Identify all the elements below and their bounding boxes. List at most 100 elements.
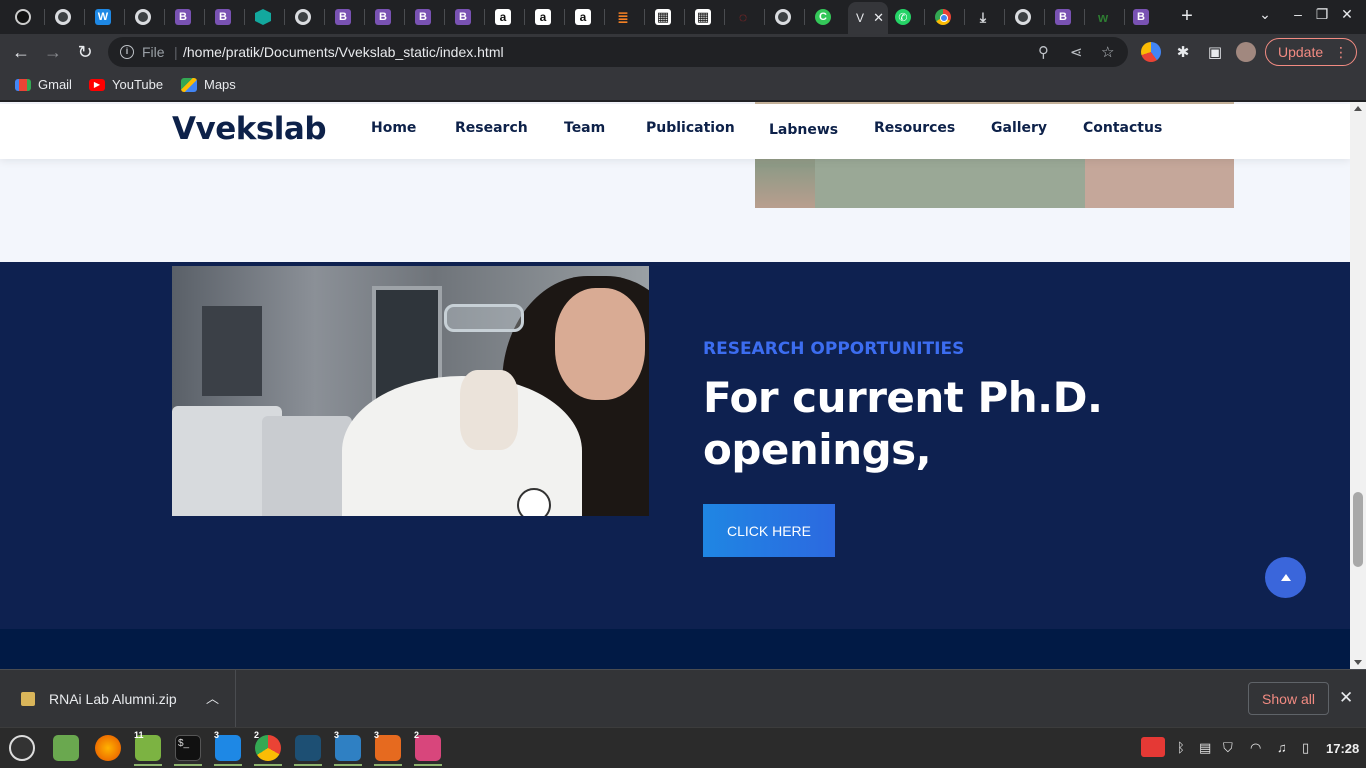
nav-contactus[interactable]: Contactus bbox=[1083, 120, 1162, 136]
scroll-up-icon[interactable] bbox=[1354, 106, 1362, 111]
scrollbar-thumb[interactable] bbox=[1353, 492, 1363, 567]
nav-gallery[interactable]: Gallery bbox=[991, 120, 1047, 136]
extensions-puzzle-icon[interactable]: ✱ bbox=[1173, 42, 1193, 62]
close-download-bar-icon[interactable]: ✕ bbox=[1339, 688, 1353, 708]
page-scrollbar[interactable] bbox=[1350, 102, 1366, 669]
side-panel-icon[interactable]: ▣ bbox=[1205, 42, 1225, 62]
start-menu-button[interactable] bbox=[6, 732, 38, 764]
maximize-icon[interactable]: ❐ bbox=[1311, 6, 1333, 23]
tab[interactable]: B bbox=[164, 4, 202, 30]
tab[interactable]: ≣ bbox=[604, 4, 642, 30]
taskbar-mysql-workbench[interactable] bbox=[292, 732, 324, 766]
globe-icon bbox=[135, 9, 151, 25]
tab-search-icon[interactable]: ⌄ bbox=[1254, 6, 1276, 23]
tab[interactable]: ◌ bbox=[724, 4, 762, 30]
tab[interactable]: B bbox=[324, 4, 362, 30]
new-tab-button[interactable]: + bbox=[1176, 5, 1198, 27]
bookmark-youtube[interactable]: ▶ YouTube bbox=[89, 77, 163, 92]
nav-home[interactable]: Home bbox=[371, 120, 416, 136]
chevron-up-icon[interactable]: ︿ bbox=[206, 688, 219, 707]
taskbar-chrome[interactable]: 2 bbox=[252, 730, 284, 766]
tab[interactable]: w bbox=[1084, 4, 1122, 30]
tab[interactable]: ⤓ bbox=[964, 4, 1002, 30]
zoom-icon[interactable]: ⚲ bbox=[1038, 43, 1049, 61]
c-icon: C bbox=[815, 9, 831, 25]
nav-resources[interactable]: Resources bbox=[874, 120, 955, 136]
red-logo-icon: ◌ bbox=[738, 9, 748, 25]
tab[interactable]: a bbox=[484, 4, 522, 30]
shield-icon[interactable]: ⛉ bbox=[1223, 740, 1233, 756]
tab[interactable]: a bbox=[564, 4, 602, 30]
download-file-name: RNAi Lab Alumni.zip bbox=[49, 691, 177, 707]
research-opportunities-section: RESEARCH OPPORTUNITIES For current Ph.D.… bbox=[0, 262, 1350, 629]
battery-icon[interactable]: ▯ bbox=[1302, 740, 1309, 756]
minimize-icon[interactable]: – bbox=[1287, 6, 1309, 22]
mint-logo-icon bbox=[9, 735, 35, 761]
tab[interactable]: B bbox=[204, 4, 242, 30]
taskbar-firefox[interactable] bbox=[92, 732, 124, 764]
bluetooth-icon[interactable]: ᛒ bbox=[1177, 740, 1185, 755]
scroll-down-icon[interactable] bbox=[1354, 660, 1362, 665]
tab[interactable]: a bbox=[524, 4, 562, 30]
taskbar-text-editor[interactable]: 3 bbox=[332, 730, 364, 766]
tab[interactable]: ▦ bbox=[644, 4, 682, 30]
tab[interactable]: ✆ bbox=[884, 4, 922, 30]
nav-labnews[interactable]: Labnews bbox=[769, 122, 838, 138]
bookmark-star-icon[interactable]: ☆ bbox=[1101, 43, 1114, 61]
download-item[interactable]: RNAi Lab Alumni.zip ︿ bbox=[0, 670, 236, 728]
taskbar-image-viewer[interactable]: 2 bbox=[412, 730, 444, 766]
reload-button[interactable]: ↻ bbox=[73, 40, 97, 64]
taskbar-files[interactable]: 11 bbox=[132, 730, 164, 766]
update-button[interactable]: Update ⋮ bbox=[1265, 38, 1357, 66]
back-button[interactable]: ← bbox=[9, 40, 33, 64]
tab[interactable]: B bbox=[1044, 4, 1082, 30]
anydesk-icon[interactable] bbox=[1141, 737, 1165, 757]
clipboard-icon[interactable]: ▤ bbox=[1199, 740, 1211, 756]
tab[interactable] bbox=[244, 4, 282, 30]
tab[interactable]: W bbox=[84, 4, 122, 30]
extension-icon[interactable] bbox=[1141, 42, 1161, 62]
wifi-icon[interactable]: ◠ bbox=[1250, 740, 1261, 756]
taskbar-show-desktop[interactable] bbox=[50, 732, 82, 764]
audio-icon[interactable]: ♫ bbox=[1277, 740, 1287, 755]
site-logo[interactable]: Vvekslab bbox=[172, 111, 327, 147]
tab[interactable] bbox=[1004, 4, 1042, 30]
window-count-badge: 2 bbox=[254, 730, 260, 740]
nav-publication[interactable]: Publication bbox=[646, 120, 735, 136]
window-close-icon[interactable]: ✕ bbox=[1336, 6, 1358, 23]
tab[interactable]: C bbox=[804, 4, 842, 30]
close-tab-icon[interactable]: ✕ bbox=[873, 10, 884, 26]
folder-icon bbox=[53, 735, 79, 761]
tab[interactable] bbox=[764, 4, 802, 30]
tab[interactable] bbox=[4, 4, 42, 30]
tab[interactable]: B bbox=[404, 4, 442, 30]
site-info-icon[interactable]: i bbox=[120, 45, 134, 59]
nav-team[interactable]: Team bbox=[564, 120, 605, 136]
active-tab[interactable]: V ✕ bbox=[848, 2, 888, 34]
tab[interactable]: ▦ bbox=[684, 4, 722, 30]
tab[interactable] bbox=[284, 4, 322, 30]
clock[interactable]: 17:28 bbox=[1326, 741, 1359, 756]
share-icon[interactable]: ⋖ bbox=[1070, 43, 1083, 61]
nav-research[interactable]: Research bbox=[455, 120, 528, 136]
url-text[interactable]: /home/pratik/Documents/Vvekslab_static/i… bbox=[183, 44, 504, 60]
scroll-to-top-button[interactable] bbox=[1265, 557, 1306, 598]
address-bar[interactable]: i File | /home/pratik/Documents/Vvekslab… bbox=[108, 37, 1128, 67]
tab[interactable]: B bbox=[444, 4, 482, 30]
tab[interactable] bbox=[924, 4, 962, 30]
taskbar-virtualbox[interactable]: 3 bbox=[372, 730, 404, 766]
tab[interactable] bbox=[44, 4, 82, 30]
tab[interactable] bbox=[124, 4, 162, 30]
menu-icon[interactable]: ⋮ bbox=[1334, 44, 1348, 61]
bookmark-maps[interactable]: Maps bbox=[181, 77, 236, 92]
click-here-button[interactable]: CLICK HERE bbox=[703, 504, 835, 557]
show-all-button[interactable]: Show all bbox=[1248, 682, 1329, 715]
taskbar-vscode[interactable]: 3 bbox=[212, 730, 244, 766]
bookmark-label: Gmail bbox=[38, 77, 72, 92]
tab[interactable]: B bbox=[364, 4, 402, 30]
forward-button[interactable]: → bbox=[41, 40, 65, 64]
taskbar-terminal[interactable]: $_ bbox=[172, 732, 204, 766]
profile-avatar[interactable] bbox=[1236, 42, 1256, 62]
tab[interactable]: B bbox=[1122, 4, 1160, 30]
bookmark-gmail[interactable]: Gmail bbox=[15, 77, 72, 92]
